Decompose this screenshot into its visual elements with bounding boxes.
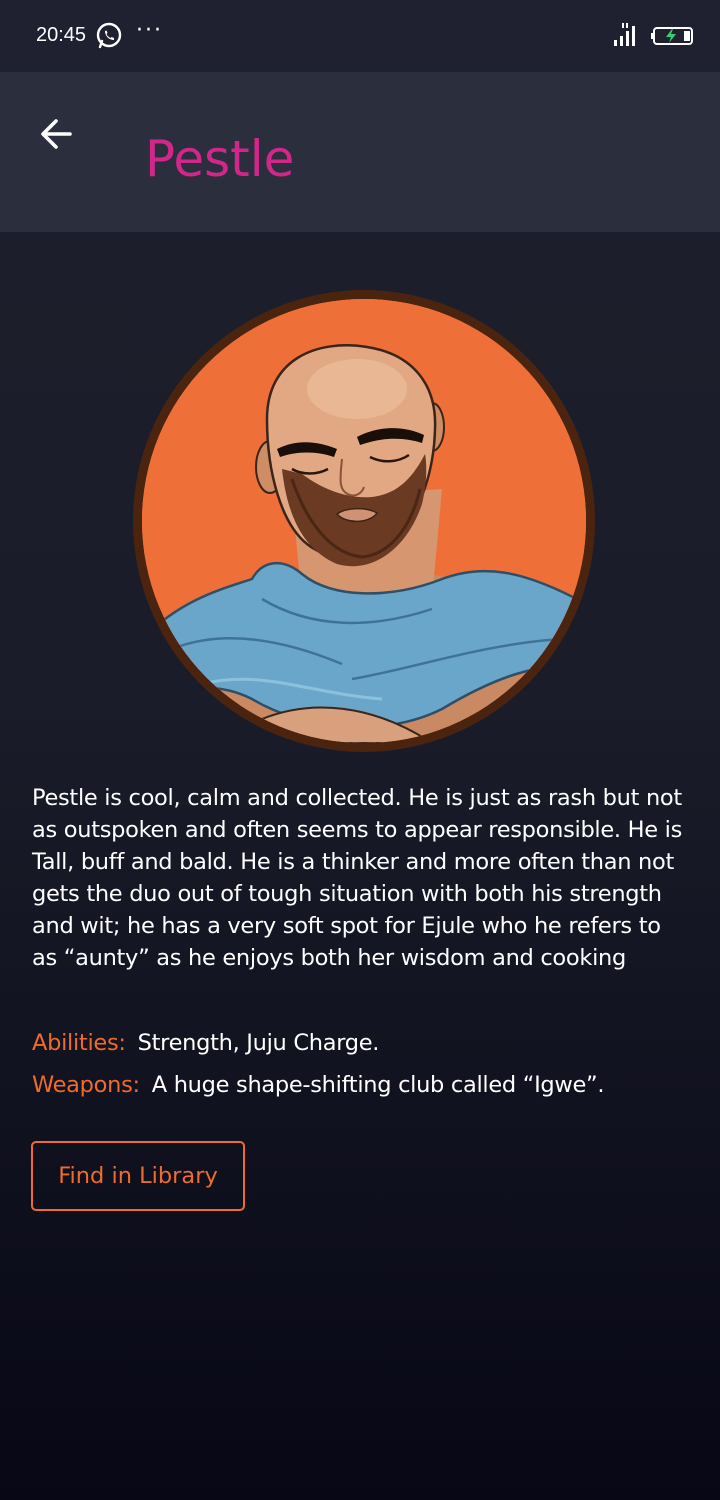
status-bar: 20:45 ··· <box>0 0 720 72</box>
signal-icon <box>614 23 635 46</box>
more-notifications-indicator: ··· <box>136 18 163 43</box>
pestle-portrait <box>142 299 586 743</box>
weapons-row: Weapons: A huge shape-shifting club calle… <box>32 1069 605 1101</box>
arrow-left-icon <box>41 119 72 149</box>
whatsapp-icon <box>96 22 122 49</box>
page-title: Pestle <box>145 130 295 188</box>
character-avatar <box>133 290 595 752</box>
back-button[interactable] <box>30 108 82 160</box>
status-time: 20:45 <box>36 24 87 46</box>
weapons-value: A huge shape-shifting club called “Igwe”… <box>151 1072 605 1098</box>
abilities-value: Strength, Juju Charge. <box>137 1030 380 1056</box>
character-description: Pestle is cool, calm and collected. He i… <box>32 785 683 971</box>
abilities-row: Abilities: Strength, Juju Charge. <box>32 1027 379 1059</box>
abilities-label: Abilities: <box>32 1030 126 1056</box>
find-in-library-button[interactable]: Find in Library <box>31 1141 245 1211</box>
battery-charging-icon <box>651 27 693 45</box>
weapons-label: Weapons: <box>32 1072 140 1098</box>
app-bar: Pestle <box>0 72 720 232</box>
